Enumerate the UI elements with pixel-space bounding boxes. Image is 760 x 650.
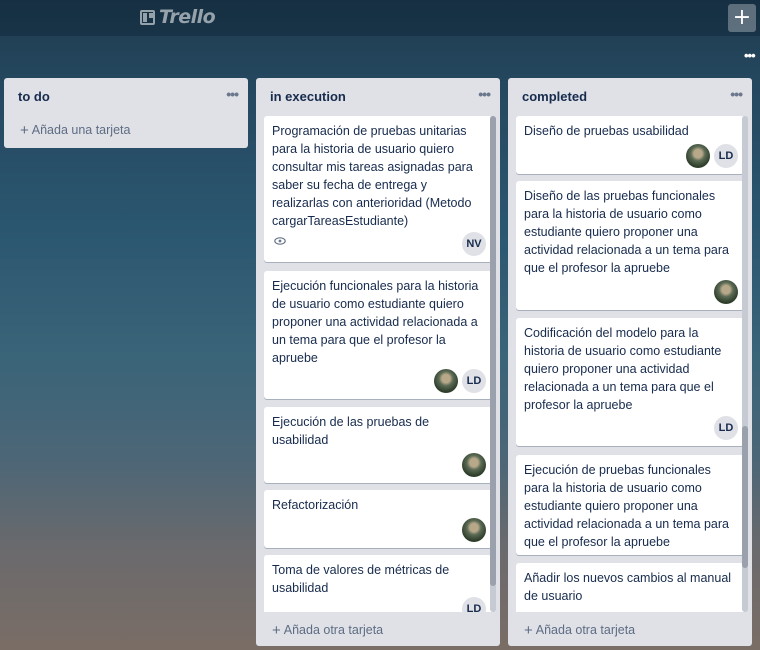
member-avatar-photo[interactable] — [686, 144, 710, 168]
list-completed: completed ••• Diseño de pruebas usabilid… — [508, 78, 752, 646]
trello-logo[interactable]: Trello — [140, 6, 216, 28]
add-card-button[interactable]: + Añada una tarjeta — [20, 122, 130, 139]
member-avatar-photo[interactable] — [714, 280, 738, 304]
card[interactable]: Añadir los nuevos cambios al manual de u… — [516, 563, 744, 612]
add-card-label: Añada otra tarjeta — [535, 623, 636, 637]
card-title: Añadir los nuevos cambios al manual de u… — [524, 571, 732, 603]
card-members — [714, 280, 738, 304]
card-members: LD — [714, 416, 738, 440]
add-card-label: Añada otra tarjeta — [283, 623, 384, 637]
show-menu-icon[interactable]: ••• — [744, 48, 756, 63]
card[interactable]: Ejecución de pruebas funcionales para la… — [516, 455, 744, 555]
member-avatar-nv[interactable]: NV — [462, 232, 486, 256]
card-title: Ejecución de las pruebas de usabilidad — [272, 415, 430, 447]
card[interactable]: Refactorización — [264, 490, 492, 548]
list-header: to do ••• — [4, 78, 248, 114]
list-menu-icon[interactable]: ••• — [478, 86, 491, 102]
card-members — [462, 518, 486, 542]
card[interactable]: Toma de valores de métricas de usabilida… — [264, 555, 492, 612]
card-title: Refactorización — [272, 498, 359, 512]
card-members — [462, 453, 486, 477]
list-title[interactable]: in execution — [270, 89, 346, 104]
card-title: Ejecución funcionales para la historia d… — [272, 279, 479, 365]
card[interactable]: Diseño de pruebas usabilidad LD — [516, 116, 744, 174]
list-menu-icon[interactable]: ••• — [730, 86, 743, 102]
member-avatar-ld[interactable]: LD — [462, 597, 486, 612]
list-title[interactable]: completed — [522, 89, 587, 104]
card-members: LD — [462, 597, 486, 612]
scrollbar-thumb[interactable] — [742, 426, 748, 568]
add-card-button[interactable]: + Añada otra tarjeta — [272, 622, 383, 639]
list-to-do: to do ••• + Añada una tarjeta — [4, 78, 248, 148]
member-avatar-photo[interactable] — [434, 369, 458, 393]
card-members: NV — [462, 232, 486, 256]
create-button[interactable]: + — [728, 4, 756, 32]
card-title: Codificación del modelo para la historia… — [524, 326, 722, 412]
header-bar: Trello + — [0, 0, 760, 36]
trello-board-icon — [140, 9, 155, 25]
plus-icon: + — [272, 622, 281, 639]
member-avatar-ld[interactable]: LD — [714, 416, 738, 440]
list-scrollbar[interactable] — [490, 116, 496, 612]
add-card-label: Añada una tarjeta — [31, 123, 131, 137]
list-title[interactable]: to do — [18, 89, 50, 104]
plus-icon: + — [20, 122, 29, 139]
card-title: Ejecución de pruebas funcionales para la… — [524, 463, 729, 549]
card-container: Programación de pruebas unitarias para l… — [264, 116, 492, 612]
card-members: LD — [686, 144, 738, 168]
member-avatar-ld[interactable]: LD — [462, 369, 486, 393]
list-header: completed ••• — [508, 78, 752, 114]
member-avatar-photo[interactable] — [462, 518, 486, 542]
eye-icon — [274, 236, 286, 248]
card-title: Diseño de las pruebas funcionales para l… — [524, 189, 729, 275]
list-header: in execution ••• — [256, 78, 500, 114]
add-card-button[interactable]: + Añada otra tarjeta — [524, 622, 635, 639]
member-avatar-ld[interactable]: LD — [714, 144, 738, 168]
card[interactable]: Codificación del modelo para la historia… — [516, 318, 744, 446]
card-title: Toma de valores de métricas de usabilida… — [272, 563, 450, 595]
card[interactable]: Ejecución de las pruebas de usabilidad — [264, 407, 492, 483]
card[interactable]: Programación de pruebas unitarias para l… — [264, 116, 492, 262]
scrollbar-thumb[interactable] — [490, 116, 496, 586]
card[interactable]: Diseño de las pruebas funcionales para l… — [516, 181, 744, 310]
card[interactable]: Ejecución funcionales para la historia d… — [264, 271, 492, 399]
member-avatar-photo[interactable] — [462, 453, 486, 477]
card-members: LD — [434, 369, 486, 393]
card-title: Programación de pruebas unitarias para l… — [272, 124, 473, 228]
list-in-execution: in execution ••• Programación de pruebas… — [256, 78, 500, 646]
card-container: Diseño de pruebas usabilidad LD Diseño d… — [516, 116, 744, 612]
card-title: Diseño de pruebas usabilidad — [524, 124, 689, 138]
list-menu-icon[interactable]: ••• — [226, 86, 239, 102]
logo-text: Trello — [159, 6, 216, 28]
list-scrollbar[interactable] — [742, 116, 748, 612]
plus-icon: + — [524, 622, 533, 639]
